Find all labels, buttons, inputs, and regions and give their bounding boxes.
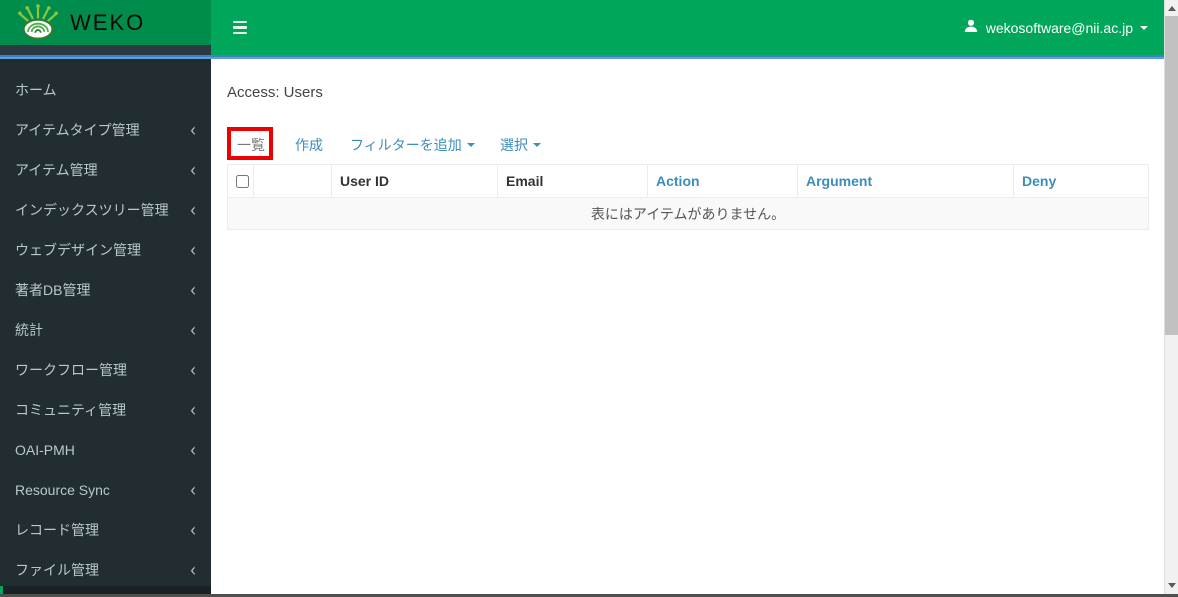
caret-down-icon	[533, 143, 541, 147]
sidebar-item-home[interactable]: ホーム	[0, 70, 211, 110]
chevron-left-icon: ‹	[190, 157, 196, 182]
tab-label: 選択	[500, 137, 528, 153]
column-header-argument[interactable]: Argument	[797, 164, 1014, 198]
column-label: Email	[506, 173, 544, 189]
tab-label: 作成	[295, 137, 323, 153]
hamburger-icon[interactable]	[219, 0, 261, 55]
sidebar-item-label: ワークフロー管理	[15, 362, 127, 378]
scroll-up-icon	[1168, 6, 1176, 11]
caret-down-icon	[1140, 25, 1148, 30]
main-content: Access: Users 一覧 作成 フィルターを追加 選択 User ID	[211, 59, 1164, 594]
sidebar-item-label: 著者DB管理	[15, 282, 91, 298]
sidebar-item-statistics[interactable]: 統計 ‹	[0, 310, 211, 350]
sidebar-item-label: OAI-PMH	[15, 442, 75, 458]
sidebar-item-label: インデックスツリー管理	[15, 202, 169, 218]
top-navbar: wekosoftware@nii.ac.jp	[211, 0, 1164, 55]
sidebar-top-strip	[0, 45, 211, 55]
user-menu[interactable]: wekosoftware@nii.ac.jp	[963, 0, 1148, 55]
page-title: Access: Users	[227, 84, 323, 101]
chevron-left-icon: ‹	[190, 557, 196, 582]
sidebar-item-file-mgmt[interactable]: ファイル管理 ‹	[0, 550, 211, 590]
tab-list[interactable]: 一覧	[237, 135, 265, 155]
sidebar-item-label: アイテムタイプ管理	[15, 122, 140, 138]
sidebar-item-label: アイテム管理	[15, 162, 98, 178]
tab-with-selected[interactable]: 選択	[500, 135, 541, 155]
sidebar-item-label: コミュニティ管理	[15, 402, 127, 418]
weko-logo-icon	[16, 2, 60, 43]
sidebar-item-label: 統計	[15, 322, 43, 338]
sidebar-item-label: ファイル管理	[15, 562, 99, 578]
column-header-email: Email	[497, 164, 648, 198]
column-header-user-id: User ID	[331, 164, 498, 198]
actions-column-header	[253, 164, 332, 198]
chevron-left-icon: ‹	[190, 277, 196, 302]
vertical-scrollbar[interactable]	[1164, 0, 1178, 597]
user-icon	[963, 18, 979, 37]
tab-create[interactable]: 作成	[295, 135, 323, 155]
sidebar-item-oai-pmh[interactable]: OAI-PMH ‹	[0, 430, 211, 470]
sidebar-item-authordb-mgmt[interactable]: 著者DB管理 ‹	[0, 270, 211, 310]
column-label: User ID	[340, 173, 390, 189]
chevron-left-icon: ‹	[190, 517, 196, 542]
chevron-left-icon: ‹	[190, 397, 196, 422]
sort-link: Argument	[806, 173, 873, 189]
sort-link: Action	[656, 173, 700, 189]
sort-link: Deny	[1022, 173, 1057, 189]
sidebar-item-webdesign-mgmt[interactable]: ウェブデザイン管理 ‹	[0, 230, 211, 270]
empty-message: 表にはアイテムがありません。	[227, 197, 1149, 230]
chevron-left-icon: ‹	[190, 237, 196, 262]
scroll-down-icon	[1168, 583, 1176, 588]
chevron-left-icon: ‹	[190, 317, 196, 342]
tab-label: 一覧	[237, 137, 265, 153]
sidebar-item-label: レコード管理	[15, 522, 99, 538]
column-header-action[interactable]: Action	[647, 164, 798, 198]
sidebar-item-label: Resource Sync	[15, 482, 110, 498]
chevron-left-icon: ‹	[190, 477, 196, 502]
sidebar-item-indextree-mgmt[interactable]: インデックスツリー管理 ‹	[0, 190, 211, 230]
sidebar-item-label: ウェブデザイン管理	[15, 242, 141, 258]
scrollbar-thumb[interactable]	[1165, 16, 1178, 335]
chevron-left-icon: ‹	[190, 117, 196, 142]
chevron-left-icon: ‹	[190, 197, 196, 222]
users-table: User ID Email Action Argument Deny 表にはアイ…	[227, 164, 1149, 230]
chevron-left-icon: ‹	[190, 357, 196, 382]
sidebar-item-itemtype-mgmt[interactable]: アイテムタイプ管理 ‹	[0, 110, 211, 150]
scroll-up-button[interactable]	[1165, 0, 1178, 16]
select-all-checkbox[interactable]	[236, 174, 249, 188]
user-email: wekosoftware@nii.ac.jp	[985, 19, 1133, 36]
column-header-deny[interactable]: Deny	[1013, 164, 1149, 198]
tab-label: フィルターを追加	[350, 137, 462, 153]
tab-add-filter[interactable]: フィルターを追加	[350, 135, 475, 155]
select-all-cell	[227, 164, 254, 198]
sidebar-item-resource-sync[interactable]: Resource Sync ‹	[0, 470, 211, 510]
caret-down-icon	[466, 143, 475, 147]
chevron-left-icon: ‹	[190, 437, 196, 462]
table-header-row: User ID Email Action Argument Deny	[227, 164, 1149, 198]
sidebar-item-record-mgmt[interactable]: レコード管理 ‹	[0, 510, 211, 550]
scroll-down-button[interactable]	[1165, 578, 1178, 594]
brand-name: WEKO	[70, 9, 146, 35]
brand-logo[interactable]: WEKO	[0, 0, 211, 45]
empty-row: 表にはアイテムがありません。	[227, 197, 1149, 230]
sidebar-item-community-mgmt[interactable]: コミュニティ管理 ‹	[0, 390, 211, 430]
sidebar-item-item-mgmt[interactable]: アイテム管理 ‹	[0, 150, 211, 190]
sidebar-item-workflow-mgmt[interactable]: ワークフロー管理 ‹	[0, 350, 211, 390]
sidebar: ホーム アイテムタイプ管理 ‹ アイテム管理 ‹ インデックスツリー管理 ‹ ウ…	[0, 59, 211, 597]
sidebar-item-label: ホーム	[15, 82, 57, 98]
